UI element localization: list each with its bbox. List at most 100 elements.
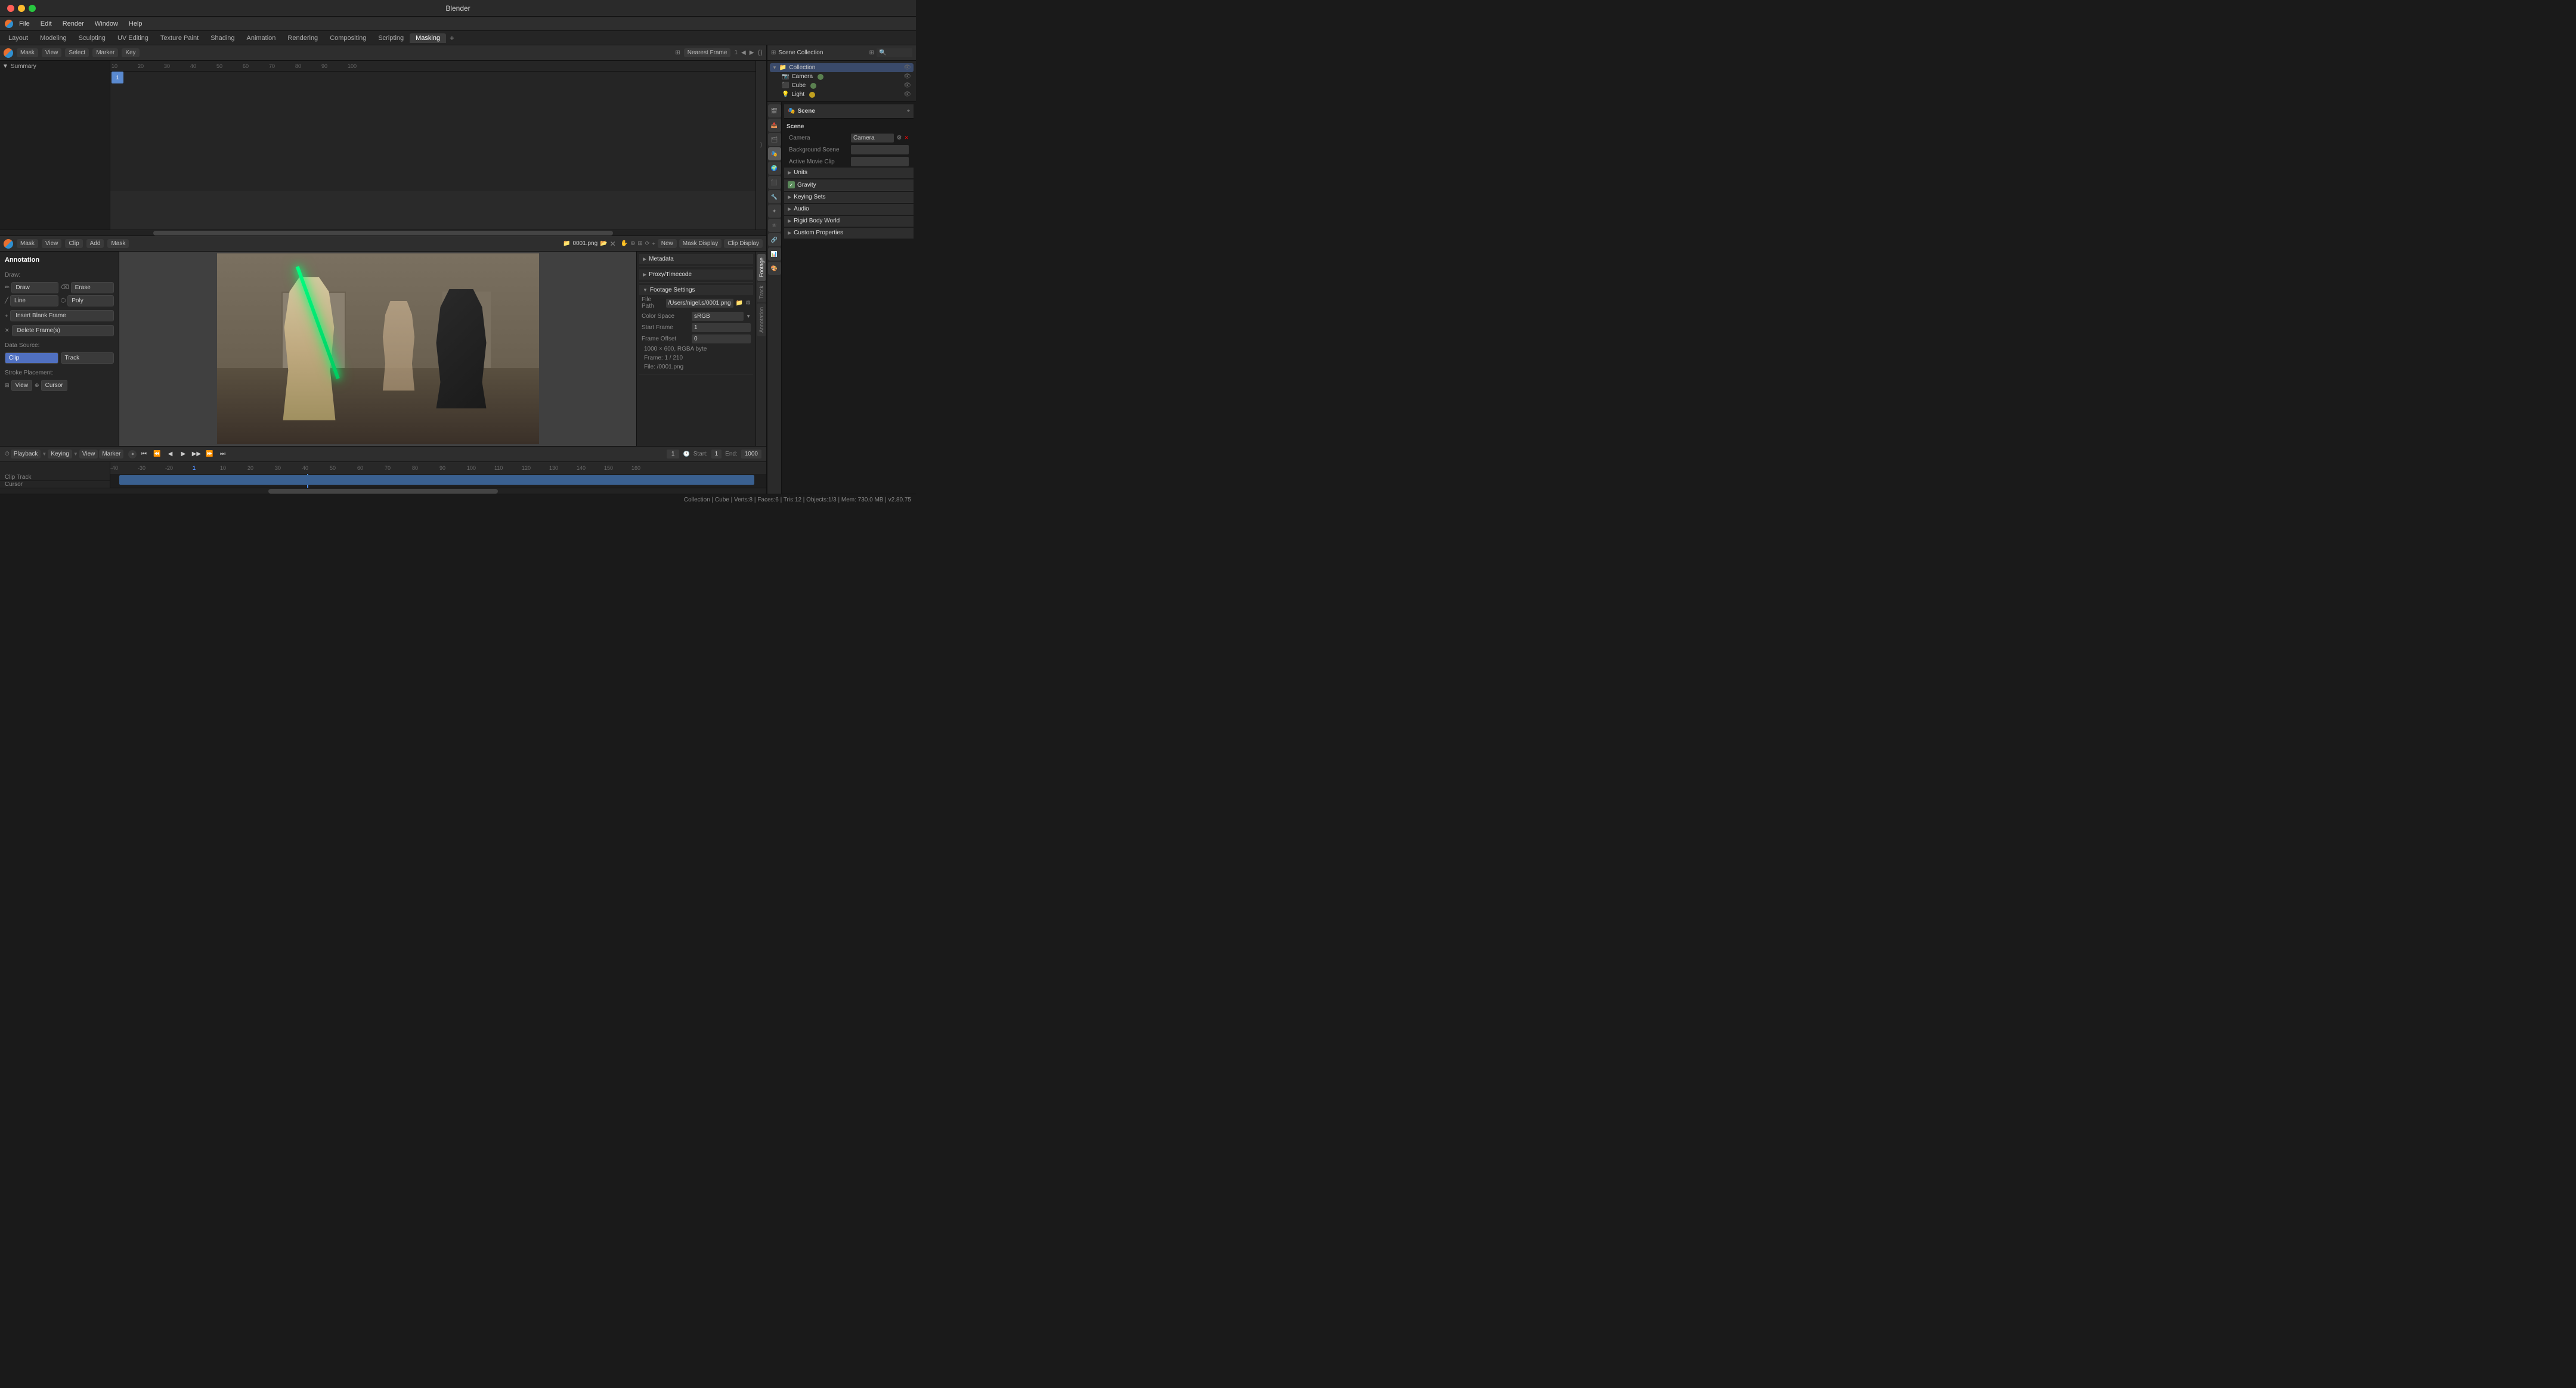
record-btn[interactable]: ⏺: [128, 450, 137, 458]
clip-view-btn[interactable]: View: [42, 239, 62, 248]
scene-search-icon[interactable]: ⌖: [907, 108, 910, 114]
tab-layout[interactable]: Layout: [2, 33, 34, 43]
camera-item[interactable]: 📷 Camera 👁: [770, 72, 914, 81]
movie-clip-value[interactable]: [851, 157, 909, 166]
file-path-value[interactable]: /Users/nigel.s/0001.png: [666, 299, 733, 308]
clip-clip-btn[interactable]: Clip: [65, 239, 82, 248]
mask-scroll-thumb[interactable]: [153, 231, 613, 236]
modifier-props-tab[interactable]: 🔧: [768, 190, 781, 203]
timeline-h-scroll[interactable]: [0, 488, 766, 494]
clip-folder-icon[interactable]: 📂: [600, 240, 607, 247]
obj-props-tab[interactable]: ⬛: [768, 176, 781, 189]
tab-scripting[interactable]: Scripting: [372, 33, 410, 43]
nav-prev-icon[interactable]: ◀: [741, 49, 746, 56]
tab-masking[interactable]: Masking: [410, 33, 446, 43]
material-props-tab[interactable]: 🎨: [768, 262, 781, 275]
mask-type-btn[interactable]: Mask: [17, 48, 38, 57]
color-space-value[interactable]: sRGB: [692, 312, 744, 321]
tab-animation[interactable]: Animation: [241, 33, 282, 43]
tab-shading[interactable]: Shading: [205, 33, 240, 43]
insert-blank-btn[interactable]: Insert Blank Frame: [10, 310, 114, 321]
constraints-tab[interactable]: 🔗: [768, 233, 781, 246]
collection-eye[interactable]: 👁: [903, 64, 911, 71]
close-button[interactable]: [7, 5, 14, 12]
prev-keyframe-btn[interactable]: ⏪: [151, 448, 163, 460]
draw-btn[interactable]: Draw: [11, 282, 58, 293]
units-header[interactable]: ▶ Units: [784, 168, 914, 178]
camera-eye[interactable]: 👁: [903, 73, 911, 80]
plus-icon[interactable]: +: [652, 241, 655, 247]
camera-link-icon[interactable]: ⚙: [896, 135, 902, 141]
tab-rendering[interactable]: Rendering: [281, 33, 324, 43]
delete-frames-btn[interactable]: Delete Frame(s): [12, 325, 114, 336]
end-frame-input[interactable]: 1000: [741, 450, 761, 458]
start-frame-input[interactable]: 1: [711, 450, 722, 458]
tab-compositing[interactable]: Compositing: [324, 33, 372, 43]
cursor-stroke-btn[interactable]: Cursor: [41, 380, 67, 391]
output-props-tab[interactable]: 📤: [768, 119, 781, 132]
clip-mask-display[interactable]: Mask Display: [679, 239, 722, 248]
view-stroke-btn[interactable]: View: [11, 380, 33, 391]
file-settings-icon[interactable]: ⚙: [745, 300, 751, 306]
annotation-tab[interactable]: Annotation: [757, 303, 766, 336]
bg-scene-value[interactable]: [851, 145, 909, 154]
erase-btn[interactable]: Erase: [71, 282, 114, 293]
world-props-tab[interactable]: 🌍: [768, 162, 781, 175]
menu-window[interactable]: Window: [90, 19, 123, 29]
nearest-frame-btn[interactable]: Nearest Frame: [684, 48, 731, 57]
footage-tab[interactable]: Footage: [757, 254, 766, 281]
clip-mask-type[interactable]: Mask: [17, 239, 38, 248]
keying-btn[interactable]: Keying: [48, 450, 72, 458]
tab-modeling[interactable]: Modeling: [34, 33, 73, 43]
marker-btn[interactable]: Marker: [99, 450, 123, 458]
clip-display[interactable]: Clip Display: [724, 239, 763, 248]
audio-header[interactable]: ▶ Audio: [784, 204, 914, 214]
gravity-checkbox[interactable]: ✓: [788, 181, 795, 188]
collapse-icon[interactable]: ⟨⟩: [757, 49, 763, 57]
clip-mask-btn[interactable]: Mask: [107, 239, 129, 248]
render-props-tab[interactable]: 🎬: [768, 104, 781, 117]
current-frame-input[interactable]: 1: [667, 450, 680, 458]
menu-help[interactable]: Help: [124, 19, 147, 29]
metadata-header[interactable]: ▶ Metadata: [639, 254, 753, 264]
tab-texture-paint[interactable]: Texture Paint: [154, 33, 205, 43]
add-workspace-button[interactable]: +: [446, 32, 458, 44]
keying-sets-header[interactable]: ▶ Keying Sets: [784, 192, 914, 202]
clip-new-btn[interactable]: New: [658, 239, 677, 248]
file-browse-icon[interactable]: 📁: [736, 300, 743, 306]
nav-next-icon[interactable]: ▶: [750, 49, 754, 56]
rigid-body-header[interactable]: ▶ Rigid Body World: [784, 216, 914, 226]
step-back-btn[interactable]: ◀: [164, 448, 176, 460]
light-eye[interactable]: 👁: [903, 91, 911, 98]
camera-clear-icon[interactable]: ✕: [904, 135, 909, 141]
maximize-button[interactable]: [29, 5, 36, 12]
menu-render[interactable]: Render: [58, 19, 89, 29]
outliner-filter-icon[interactable]: ⊞: [869, 49, 874, 56]
menu-edit[interactable]: Edit: [36, 19, 57, 29]
jump-end-btn[interactable]: ⏭: [216, 448, 228, 460]
cube-eye[interactable]: 👁: [903, 82, 911, 89]
track-source-btn[interactable]: Track: [61, 352, 114, 364]
camera-prop-value[interactable]: Camera: [851, 134, 894, 142]
step-fwd-btn[interactable]: ▶▶: [190, 448, 202, 460]
timeline-scroll-thumb[interactable]: [268, 489, 499, 494]
footage-settings-header[interactable]: ▼ Footage Settings: [639, 285, 753, 295]
proxy-header[interactable]: ▶ Proxy/Timecode: [639, 269, 753, 280]
view-layer-tab[interactable]: 🗂: [768, 133, 781, 146]
scene-props-tab[interactable]: 🎭: [768, 147, 781, 160]
outliner-search[interactable]: [877, 48, 912, 57]
start-frame-value[interactable]: 1: [692, 323, 751, 332]
mask-select-btn[interactable]: Select: [65, 48, 89, 57]
track-tab[interactable]: Track: [757, 282, 766, 302]
data-props-tab[interactable]: 📊: [768, 247, 781, 261]
clip-add-btn[interactable]: Add: [86, 239, 104, 248]
clip-close-icon[interactable]: ✕: [610, 240, 616, 248]
mask-h-scroll[interactable]: [0, 230, 766, 236]
cube-item[interactable]: ⬛ Cube 👁: [770, 81, 914, 90]
line-btn[interactable]: Line: [10, 295, 58, 306]
tab-uv-editing[interactable]: UV Editing: [112, 33, 154, 43]
menu-file[interactable]: File: [14, 19, 35, 29]
particle-props-tab[interactable]: ✦: [768, 205, 781, 218]
mask-marker-btn[interactable]: Marker: [92, 48, 118, 57]
physics-props-tab[interactable]: ⚛: [768, 219, 781, 232]
